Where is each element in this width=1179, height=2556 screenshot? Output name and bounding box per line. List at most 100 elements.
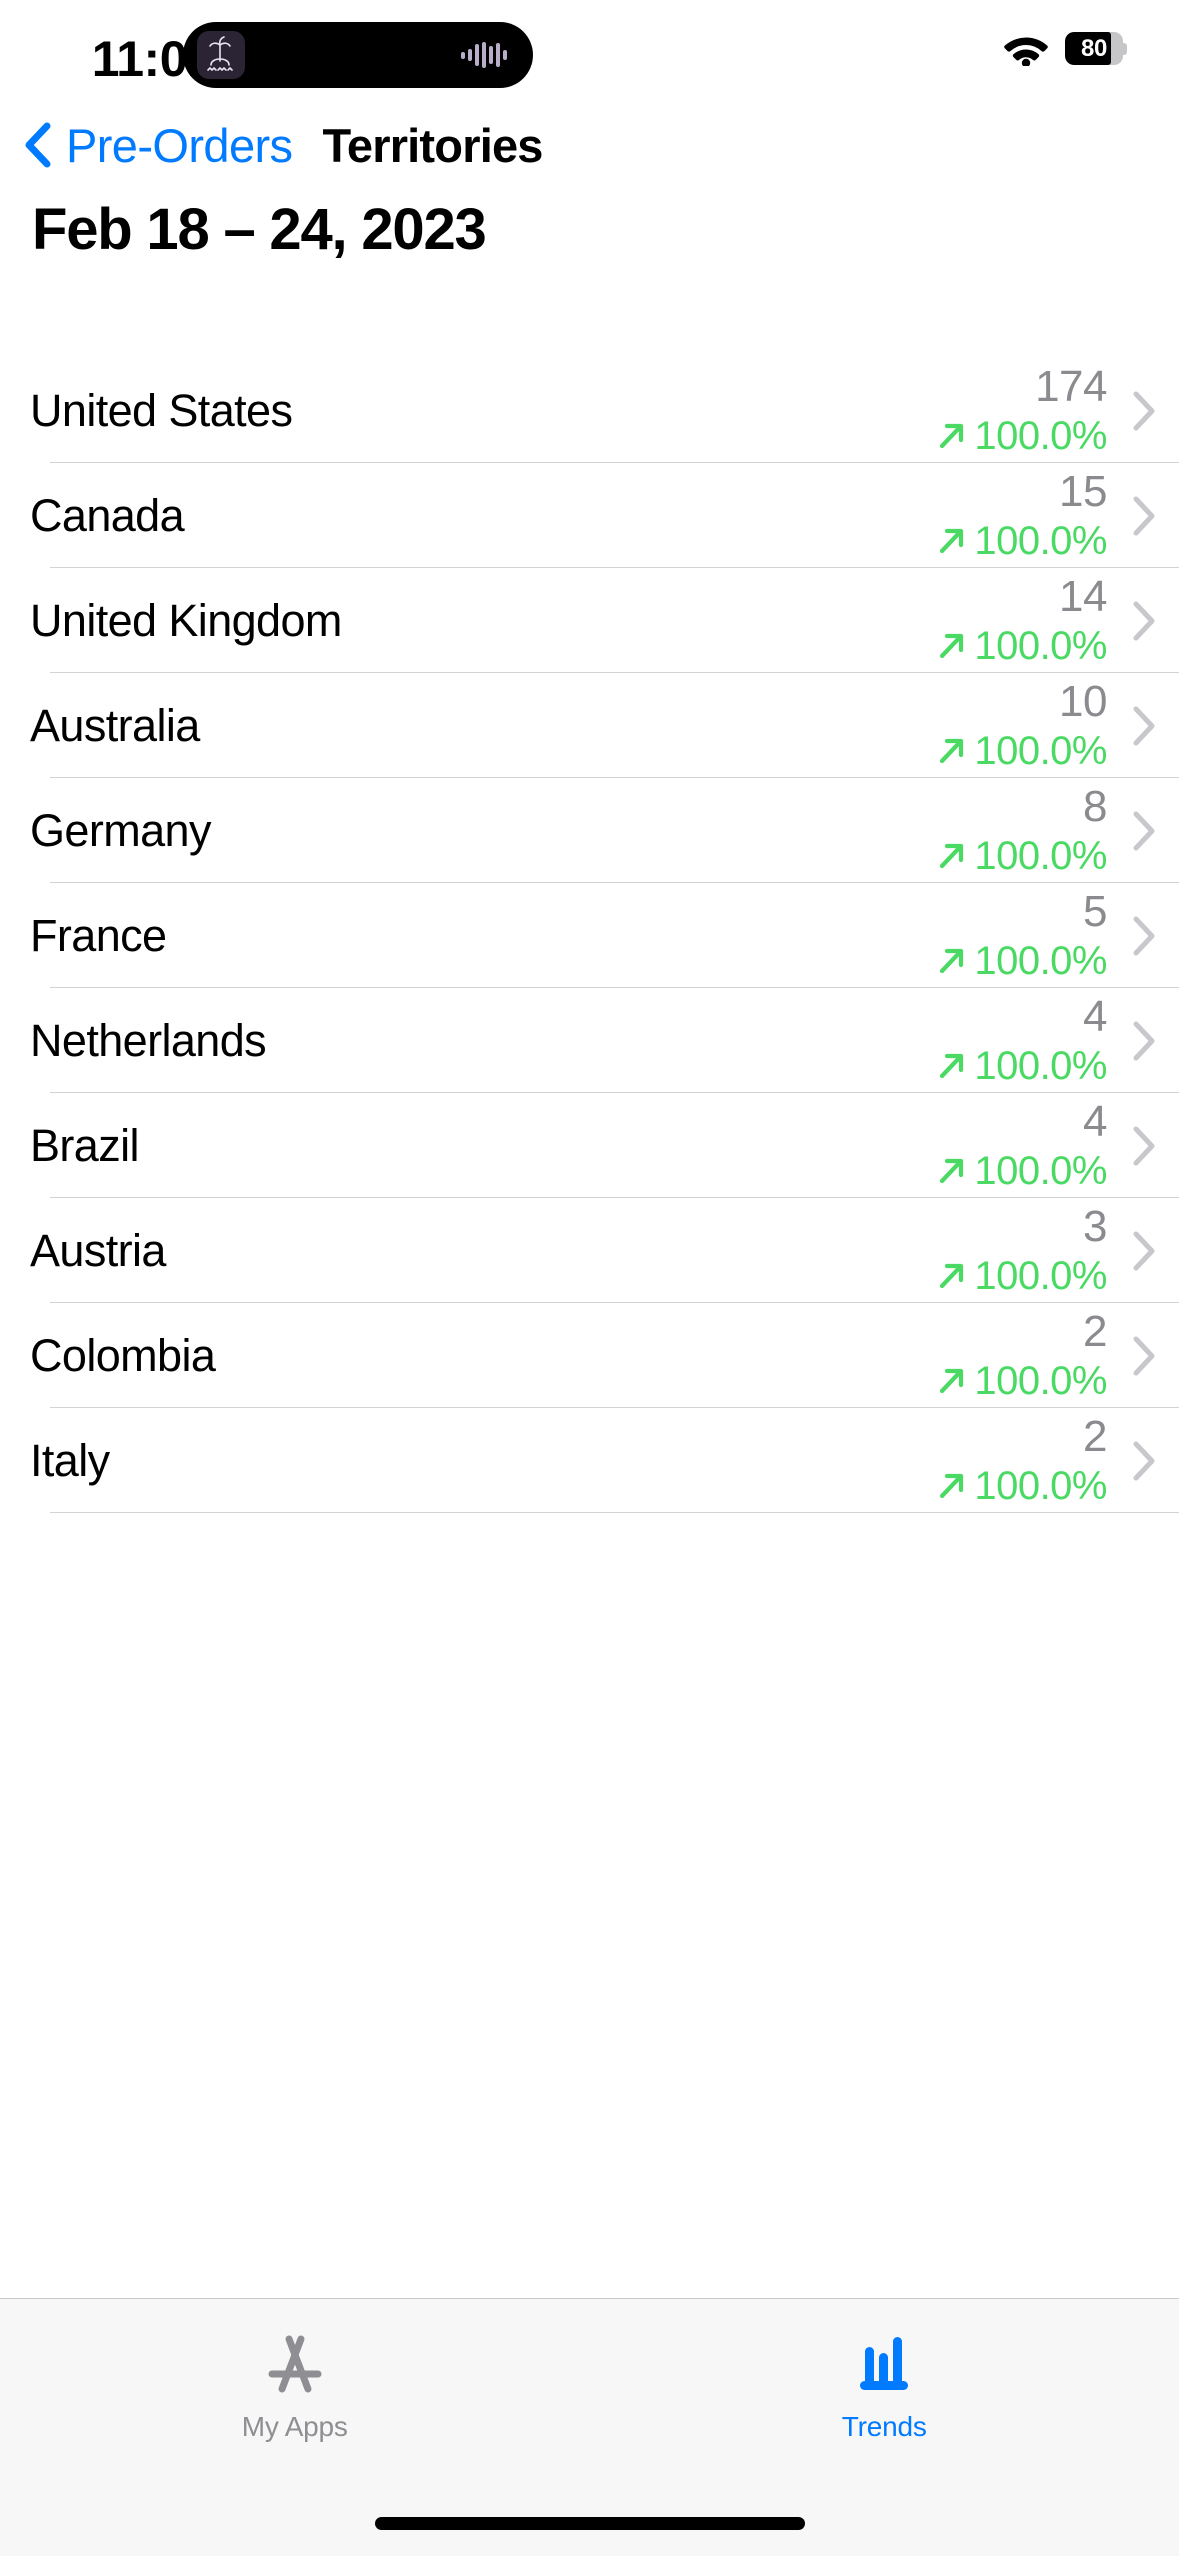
territory-value: 3 bbox=[1083, 1201, 1107, 1251]
territory-delta: 100.0% bbox=[936, 1463, 1107, 1509]
arrow-up-right-icon bbox=[940, 1158, 964, 1183]
territory-delta: 100.0% bbox=[936, 623, 1107, 669]
arrow-up-right-icon bbox=[940, 633, 964, 658]
tab-my-apps-label: My Apps bbox=[241, 2411, 348, 2442]
territory-delta: 100.0% bbox=[936, 518, 1107, 564]
table-row[interactable]: Germany 8 100.0% bbox=[0, 778, 1179, 883]
territory-metrics: 4 100.0% bbox=[936, 991, 1107, 1089]
territory-value: 4 bbox=[1083, 1096, 1107, 1146]
audio-waveform-icon bbox=[461, 42, 507, 68]
territory-delta-text: 100.0% bbox=[974, 1043, 1107, 1088]
territory-metrics: 4 100.0% bbox=[936, 1096, 1107, 1194]
chevron-right-icon bbox=[1133, 391, 1155, 430]
territory-name: Australia bbox=[30, 699, 200, 751]
territory-delta-text: 100.0% bbox=[974, 623, 1107, 668]
territory-metrics: 3 100.0% bbox=[936, 1201, 1107, 1299]
palm-tree-app-icon[interactable] bbox=[197, 31, 245, 79]
territory-metrics: 10 100.0% bbox=[936, 676, 1107, 774]
bar-chart-icon bbox=[845, 2321, 923, 2403]
table-row[interactable]: United Kingdom 14 100.0% bbox=[0, 568, 1179, 673]
territory-name: United Kingdom bbox=[30, 594, 342, 646]
territory-delta-text: 100.0% bbox=[974, 938, 1107, 983]
territory-name: Brazil bbox=[30, 1119, 140, 1171]
territory-value: 5 bbox=[1083, 886, 1107, 936]
table-row[interactable]: Netherlands 4 100.0% bbox=[0, 988, 1179, 1093]
dynamic-island[interactable] bbox=[183, 22, 533, 88]
territory-delta: 100.0% bbox=[936, 728, 1107, 774]
territory-value: 14 bbox=[1059, 571, 1107, 621]
tab-bar: My Apps Trends bbox=[0, 2298, 1179, 2556]
territory-delta: 100.0% bbox=[936, 1043, 1107, 1089]
territory-value: 174 bbox=[1035, 361, 1107, 411]
chevron-right-icon bbox=[1133, 706, 1155, 745]
tab-trends-label: Trends bbox=[841, 2411, 927, 2442]
territory-metrics: 2 100.0% bbox=[936, 1411, 1107, 1509]
table-row[interactable]: Canada 15 100.0% bbox=[0, 463, 1179, 568]
territory-delta-text: 100.0% bbox=[974, 1463, 1107, 1508]
territory-name: Germany bbox=[30, 804, 211, 856]
navigation-bar: Pre-Orders Territories bbox=[0, 105, 1179, 185]
chevron-right-icon bbox=[1133, 811, 1155, 850]
wifi-icon bbox=[1004, 37, 1048, 66]
chevron-right-icon bbox=[1133, 1441, 1155, 1480]
back-button-label: Pre-Orders bbox=[66, 118, 293, 172]
territory-delta-text: 100.0% bbox=[974, 1148, 1107, 1193]
territory-delta: 100.0% bbox=[936, 413, 1107, 459]
back-button[interactable]: Pre-Orders bbox=[22, 118, 293, 173]
table-row[interactable]: Australia 10 100.0% bbox=[0, 673, 1179, 778]
arrow-up-right-icon bbox=[940, 843, 964, 868]
territory-name: United States bbox=[30, 384, 293, 436]
page-title: Territories bbox=[322, 118, 543, 172]
territory-value: 15 bbox=[1059, 466, 1107, 516]
chevron-right-icon bbox=[1133, 1126, 1155, 1165]
territory-delta-text: 100.0% bbox=[974, 728, 1107, 773]
tab-trends[interactable]: Trends bbox=[590, 2321, 1179, 2443]
territory-list[interactable]: United States 174 100.0% Canada 15 100.0% Unit… bbox=[0, 358, 1179, 2298]
status-bar: 11:01 80 bbox=[0, 0, 1179, 110]
arrow-up-right-icon bbox=[940, 528, 964, 553]
territory-delta: 100.0% bbox=[936, 1358, 1107, 1404]
territory-delta-text: 100.0% bbox=[974, 1253, 1107, 1298]
arrow-up-right-icon bbox=[940, 948, 964, 973]
territory-name: Canada bbox=[30, 489, 185, 541]
territory-metrics: 5 100.0% bbox=[936, 886, 1107, 984]
battery-percentage: 80 bbox=[1081, 34, 1107, 62]
territory-value: 2 bbox=[1083, 1306, 1107, 1356]
arrow-up-right-icon bbox=[940, 1263, 964, 1288]
row-separator bbox=[50, 1512, 1179, 1513]
home-indicator bbox=[374, 2517, 805, 2530]
battery-cap bbox=[1122, 43, 1127, 55]
table-row[interactable]: Austria 3 100.0% bbox=[0, 1198, 1179, 1303]
tab-my-apps[interactable]: My Apps bbox=[0, 2321, 590, 2443]
territory-delta-text: 100.0% bbox=[974, 833, 1107, 878]
territory-value: 2 bbox=[1083, 1411, 1107, 1461]
app-store-icon bbox=[256, 2321, 334, 2403]
chevron-right-icon bbox=[1133, 601, 1155, 640]
territory-value: 10 bbox=[1059, 676, 1107, 726]
table-row[interactable]: Brazil 4 100.0% bbox=[0, 1093, 1179, 1198]
territory-delta-text: 100.0% bbox=[974, 1358, 1107, 1403]
arrow-up-right-icon bbox=[940, 1053, 964, 1078]
table-row[interactable]: United States 174 100.0% bbox=[0, 358, 1179, 463]
territory-name: Italy bbox=[30, 1434, 110, 1486]
arrow-up-right-icon bbox=[940, 1473, 964, 1498]
table-row[interactable]: France 5 100.0% bbox=[0, 883, 1179, 988]
territory-name: Colombia bbox=[30, 1329, 216, 1381]
territory-delta: 100.0% bbox=[936, 1253, 1107, 1299]
battery-indicator: 80 bbox=[1065, 32, 1127, 66]
table-row[interactable]: Italy 2 100.0% bbox=[0, 1408, 1179, 1513]
territory-name: France bbox=[30, 909, 167, 961]
territory-metrics: 8 100.0% bbox=[936, 782, 1107, 879]
chevron-right-icon bbox=[1133, 916, 1155, 955]
territory-metrics: 14 100.0% bbox=[936, 571, 1107, 669]
territory-delta-text: 100.0% bbox=[974, 518, 1107, 563]
arrow-up-right-icon bbox=[940, 1368, 964, 1393]
territory-value: 4 bbox=[1083, 991, 1107, 1041]
territory-delta: 100.0% bbox=[936, 833, 1107, 879]
territory-metrics: 15 100.0% bbox=[936, 466, 1107, 564]
arrow-up-right-icon bbox=[940, 423, 964, 448]
territory-metrics: 174 100.0% bbox=[936, 361, 1107, 459]
table-row[interactable]: Colombia 2 100.0% bbox=[0, 1303, 1179, 1408]
territory-metrics: 2 100.0% bbox=[936, 1306, 1107, 1404]
arrow-up-right-icon bbox=[940, 738, 964, 763]
